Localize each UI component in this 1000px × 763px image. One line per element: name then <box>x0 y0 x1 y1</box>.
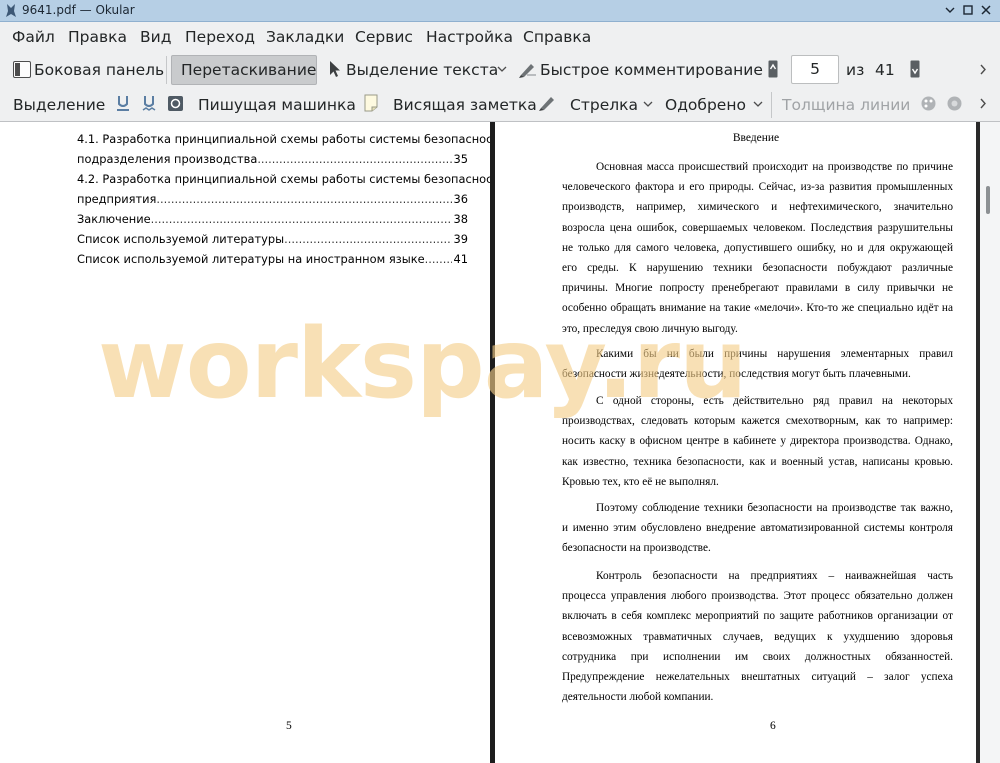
sidebar-icon[interactable] <box>13 61 31 78</box>
maximize-icon[interactable] <box>962 4 974 16</box>
inline-note-tool-button[interactable]: Висящая заметка <box>393 96 537 114</box>
menu-edit[interactable]: Правка <box>68 28 127 46</box>
toolbar-overflow-icon[interactable] <box>979 98 987 109</box>
browse-tool-button[interactable]: Перетаскивание <box>181 61 316 79</box>
text-select-cursor-icon[interactable] <box>329 60 341 79</box>
toolbar-overflow-icon[interactable] <box>979 64 987 75</box>
paragraph: Основная масса происшествий происходит н… <box>562 161 953 335</box>
line-width-button: Толщина линии <box>782 96 911 114</box>
toc-entry[interactable]: Список используемой литературы39 <box>77 229 468 249</box>
annotate-pen-icon[interactable] <box>518 60 537 79</box>
close-icon[interactable] <box>980 4 992 16</box>
toc-entry[interactable]: Заключение38 <box>77 209 468 229</box>
arrow-tool-button[interactable]: Стрелка <box>570 96 638 114</box>
menu-view[interactable]: Вид <box>140 28 171 46</box>
paragraph: С одной стороны, есть действительно ряд … <box>562 395 953 488</box>
typewriter-icon[interactable] <box>167 95 184 112</box>
stamp-tool-button[interactable]: Одобрено <box>665 96 746 114</box>
menu-settings[interactable]: Настройка <box>426 28 513 46</box>
menu-file[interactable]: Файл <box>12 28 55 46</box>
vertical-scrollbar[interactable] <box>980 122 1000 763</box>
scrollbar-thumb[interactable] <box>986 186 990 214</box>
chevron-down-icon[interactable] <box>497 66 507 73</box>
menu-help[interactable]: Справка <box>523 28 591 46</box>
total-pages-label: 41 <box>875 61 895 79</box>
paragraph: Контроль безопасности на предприятиях – … <box>562 570 953 704</box>
window-titlebar[interactable]: 9641.pdf — Okular <box>0 0 1000 22</box>
fill-color-icon <box>947 96 962 111</box>
paragraph: Какими бы ни были причины нарушения элем… <box>562 348 953 381</box>
menu-go[interactable]: Переход <box>185 28 255 46</box>
chevron-down-icon[interactable] <box>643 101 653 108</box>
arrow-tool-icon[interactable] <box>538 94 557 112</box>
paragraph: Поэтому соблюдение техники безопасности … <box>562 502 953 555</box>
color-picker-icon <box>921 96 936 111</box>
toc-entry[interactable]: предприятия36 <box>77 189 468 209</box>
menu-bookmarks[interactable]: Закладки <box>266 28 344 46</box>
toc-entry-heading: 4.2. Разработка принципиальной схемы раб… <box>77 172 507 186</box>
toc-entry[interactable]: подразделения производства35 <box>77 149 468 169</box>
next-page-icon[interactable] <box>910 60 920 78</box>
typewriter-tool-button[interactable]: Пишущая машинка <box>198 96 356 114</box>
text-select-button[interactable]: Выделение текста <box>346 61 498 79</box>
page-number-input[interactable]: 5 <box>791 55 839 84</box>
page-of-label: из <box>846 61 865 79</box>
minimize-icon[interactable] <box>944 4 956 16</box>
window-title: 9641.pdf — Okular <box>22 3 135 17</box>
sticky-note-icon[interactable] <box>364 94 378 112</box>
okular-app-icon <box>6 4 16 17</box>
page-number-right: 6 <box>770 720 776 732</box>
toc-entry[interactable]: Список используемой литературы на иностр… <box>77 249 468 269</box>
chevron-down-icon[interactable] <box>753 101 763 108</box>
toc-entry-heading: 4.1. Разработка принципиальной схемы раб… <box>77 132 507 146</box>
toolbar-separator <box>771 92 772 118</box>
highlight-tool-button[interactable]: Выделение <box>13 96 105 114</box>
squiggly-underline-icon[interactable] <box>142 95 156 112</box>
menu-tools[interactable]: Сервис <box>355 28 413 46</box>
section-heading: Введение <box>732 132 780 144</box>
menu-bar: Файл Правка Вид Переход Закладки Сервис … <box>0 22 1000 52</box>
previous-page-icon[interactable] <box>768 60 778 78</box>
quick-annotations-button[interactable]: Быстрое комментирование <box>540 61 763 79</box>
page-number-left: 5 <box>286 720 292 732</box>
underline-icon[interactable] <box>116 95 130 112</box>
table-of-contents: 4.1. Разработка принципиальной схемы раб… <box>77 129 507 269</box>
toolbar-separator <box>166 56 167 84</box>
sidebar-toggle-button[interactable]: Боковая панель <box>34 61 164 79</box>
